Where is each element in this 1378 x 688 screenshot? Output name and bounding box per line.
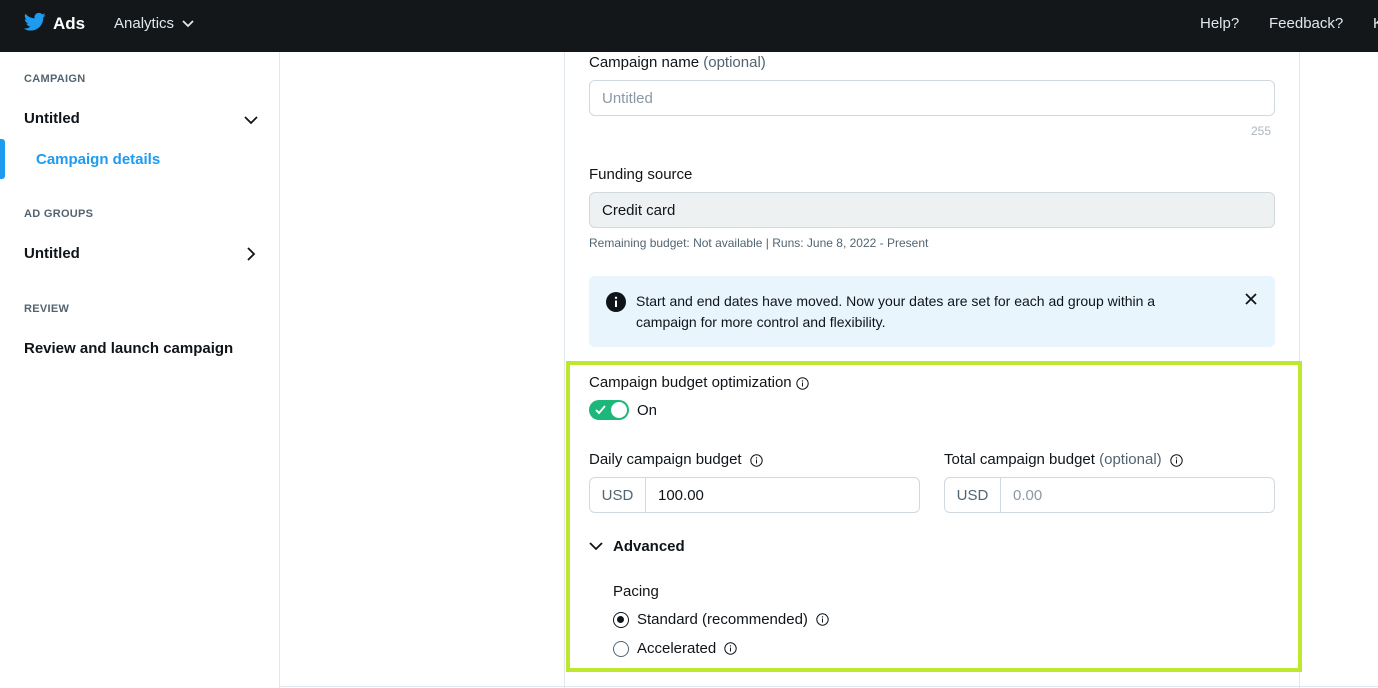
- advanced-toggle[interactable]: Advanced: [589, 538, 685, 555]
- daily-budget-label-text: Daily campaign budget: [589, 451, 742, 468]
- cbo-label-text: Campaign budget optimization: [589, 374, 792, 391]
- funding-source-field: Credit card: [589, 192, 1275, 228]
- info-circle-icon[interactable]: [750, 453, 763, 467]
- sidebar-item-campaign-details[interactable]: Campaign details: [36, 151, 160, 168]
- check-icon: [595, 405, 606, 415]
- pacing-accelerated-option[interactable]: Accelerated: [613, 640, 737, 657]
- dates-moved-notice: Start and end dates have moved. Now your…: [589, 276, 1275, 347]
- feedback-link[interactable]: Feedback?: [1269, 15, 1343, 32]
- cbo-toggle[interactable]: [589, 400, 629, 420]
- pacing-label: Pacing: [613, 583, 659, 600]
- currency-label: USD: [590, 478, 646, 512]
- cbo-state-label: On: [637, 402, 658, 419]
- help-link[interactable]: Help?: [1200, 15, 1239, 32]
- chevron-right-icon[interactable]: [243, 246, 259, 262]
- campaign-section-label: CAMPAIGN: [24, 73, 86, 85]
- info-circle-icon[interactable]: [724, 642, 737, 655]
- advanced-label: Advanced: [613, 538, 685, 555]
- info-circle-icon[interactable]: [795, 376, 809, 390]
- campaign-name-label-text: Campaign name: [589, 54, 700, 71]
- info-icon: [606, 292, 626, 312]
- sidebar: CAMPAIGN Untitled Campaign details AD GR…: [0, 52, 280, 688]
- ads-brand[interactable]: Ads: [53, 14, 85, 34]
- review-section-label: REVIEW: [24, 303, 70, 315]
- radio-unselected[interactable]: [613, 640, 629, 657]
- chevron-down-icon[interactable]: [243, 112, 259, 128]
- close-icon[interactable]: [1245, 293, 1257, 305]
- pacing-accelerated-label: Accelerated: [637, 640, 717, 657]
- sidebar-item-campaign[interactable]: Untitled: [24, 110, 80, 127]
- divider: [280, 686, 1378, 687]
- funding-subtext: Remaining budget: Not available | Runs: …: [589, 236, 929, 250]
- campaign-name-input[interactable]: Untitled: [589, 80, 1275, 116]
- campaign-name-label: Campaign name (optional): [589, 54, 766, 71]
- funding-source-label: Funding source: [589, 166, 693, 183]
- radio-selected[interactable]: [613, 611, 629, 628]
- daily-budget-input[interactable]: USD 100.00: [589, 477, 920, 513]
- cbo-label: Campaign budget optimization: [589, 374, 809, 391]
- twitter-bird-icon[interactable]: [24, 12, 46, 32]
- sidebar-item-review[interactable]: Review and launch campaign: [24, 340, 233, 357]
- total-budget-value[interactable]: 0.00: [1001, 478, 1274, 512]
- adgroups-section-label: AD GROUPS: [24, 208, 94, 220]
- info-circle-icon[interactable]: [1170, 453, 1183, 467]
- currency-label: USD: [945, 478, 1001, 512]
- daily-budget-label: Daily campaign budget: [589, 451, 763, 468]
- optional-tag: (optional): [1099, 451, 1162, 468]
- total-budget-label: Total campaign budget (optional): [944, 451, 1183, 468]
- account-menu-cut[interactable]: K: [1373, 15, 1378, 32]
- info-circle-icon[interactable]: [816, 613, 829, 626]
- daily-budget-value[interactable]: 100.00: [646, 478, 919, 512]
- character-counter: 255: [1251, 124, 1272, 138]
- top-navigation-bar: Ads Analytics Help? Feedback? K: [0, 0, 1378, 52]
- chevron-down-icon: [589, 542, 603, 551]
- pacing-standard-option[interactable]: Standard (recommended): [613, 611, 829, 628]
- total-budget-label-text: Total campaign budget: [944, 451, 1095, 468]
- optional-tag: (optional): [703, 54, 766, 71]
- total-budget-input[interactable]: USD 0.00: [944, 477, 1275, 513]
- chevron-down-icon: [182, 19, 194, 27]
- pacing-standard-label: Standard (recommended): [637, 611, 808, 628]
- toggle-knob: [611, 402, 627, 418]
- sidebar-item-adgroup[interactable]: Untitled: [24, 245, 80, 262]
- notice-text: Start and end dates have moved. Now your…: [636, 293, 1156, 330]
- active-indicator: [0, 139, 5, 179]
- analytics-menu[interactable]: Analytics: [114, 15, 194, 32]
- analytics-label: Analytics: [114, 15, 175, 32]
